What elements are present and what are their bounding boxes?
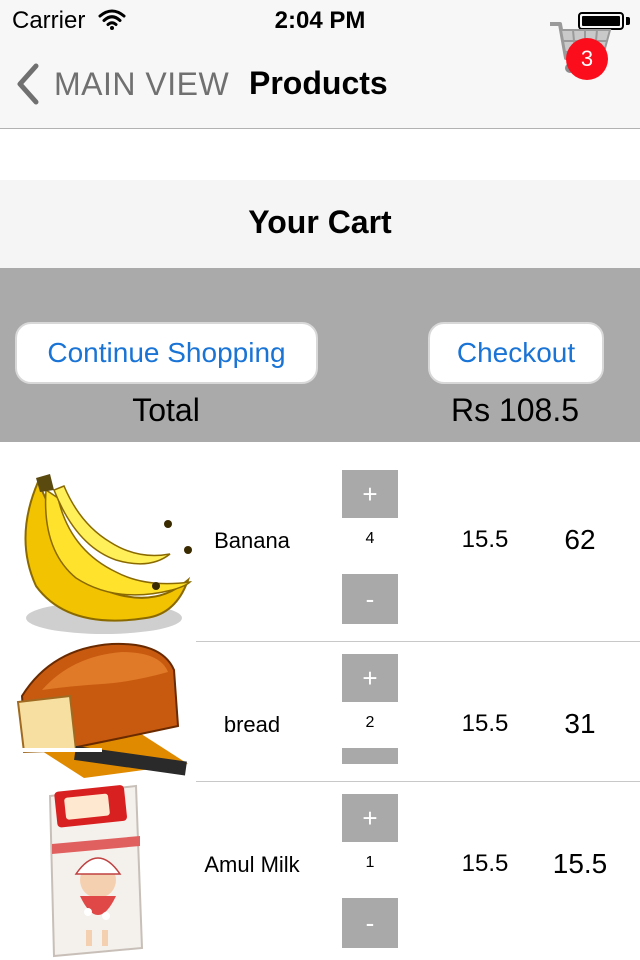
item-total: 31 xyxy=(564,708,596,739)
continue-shopping-button[interactable]: Continue Shopping xyxy=(15,322,318,384)
item-price: 15.5 xyxy=(461,526,509,553)
item-quantity: 2 xyxy=(365,714,375,731)
cart-count-badge: 3 xyxy=(566,38,608,80)
cart-summary: Continue Shopping Checkout Total Rs 108.… xyxy=(0,268,640,442)
battery-tip xyxy=(626,17,630,25)
bread-image xyxy=(12,642,188,778)
item-quantity: 1 xyxy=(365,854,375,871)
item-price: 15.5 xyxy=(461,850,509,877)
clock: 2:04 PM xyxy=(274,7,366,34)
cart-title: Your Cart xyxy=(248,204,392,240)
cart-item-row: Banana + 4 - 15.5 62 xyxy=(0,442,640,642)
page-title: Products xyxy=(249,65,388,101)
cart-item-row: Amul Milk + 1 - 15.5 15.5 xyxy=(0,782,640,960)
item-name: bread xyxy=(223,712,281,737)
item-total: 15.5 xyxy=(552,848,608,879)
decrement-button[interactable]: - xyxy=(342,898,398,948)
total-value: Rs 108.5 xyxy=(450,392,580,428)
item-name: Banana xyxy=(214,528,290,553)
cart-header: Your Cart xyxy=(0,180,640,268)
back-button[interactable]: MAIN VIEW xyxy=(12,62,229,106)
item-name: Amul Milk xyxy=(204,852,300,877)
checkout-button[interactable]: Checkout xyxy=(428,322,604,384)
item-total: 62 xyxy=(564,524,596,555)
total-label: Total xyxy=(132,392,200,428)
item-price: 15.5 xyxy=(461,710,509,737)
decrement-button[interactable]: - xyxy=(342,574,398,624)
chevron-left-icon xyxy=(17,63,39,105)
increment-button[interactable]: + xyxy=(342,654,398,702)
milk-carton-image xyxy=(48,784,144,958)
banana-image xyxy=(24,474,193,634)
status-bar: Carrier 2:04 PM xyxy=(0,0,640,40)
item-quantity: 4 xyxy=(365,530,375,547)
increment-button[interactable]: + xyxy=(342,470,398,518)
navigation-bar: MAIN VIEW Products xyxy=(0,40,640,129)
cart-item-row: bread + 2 15.5 31 xyxy=(0,642,640,782)
increment-button[interactable]: + xyxy=(342,794,398,842)
decrement-button[interactable] xyxy=(342,748,398,764)
back-button-label: MAIN VIEW xyxy=(54,65,230,102)
